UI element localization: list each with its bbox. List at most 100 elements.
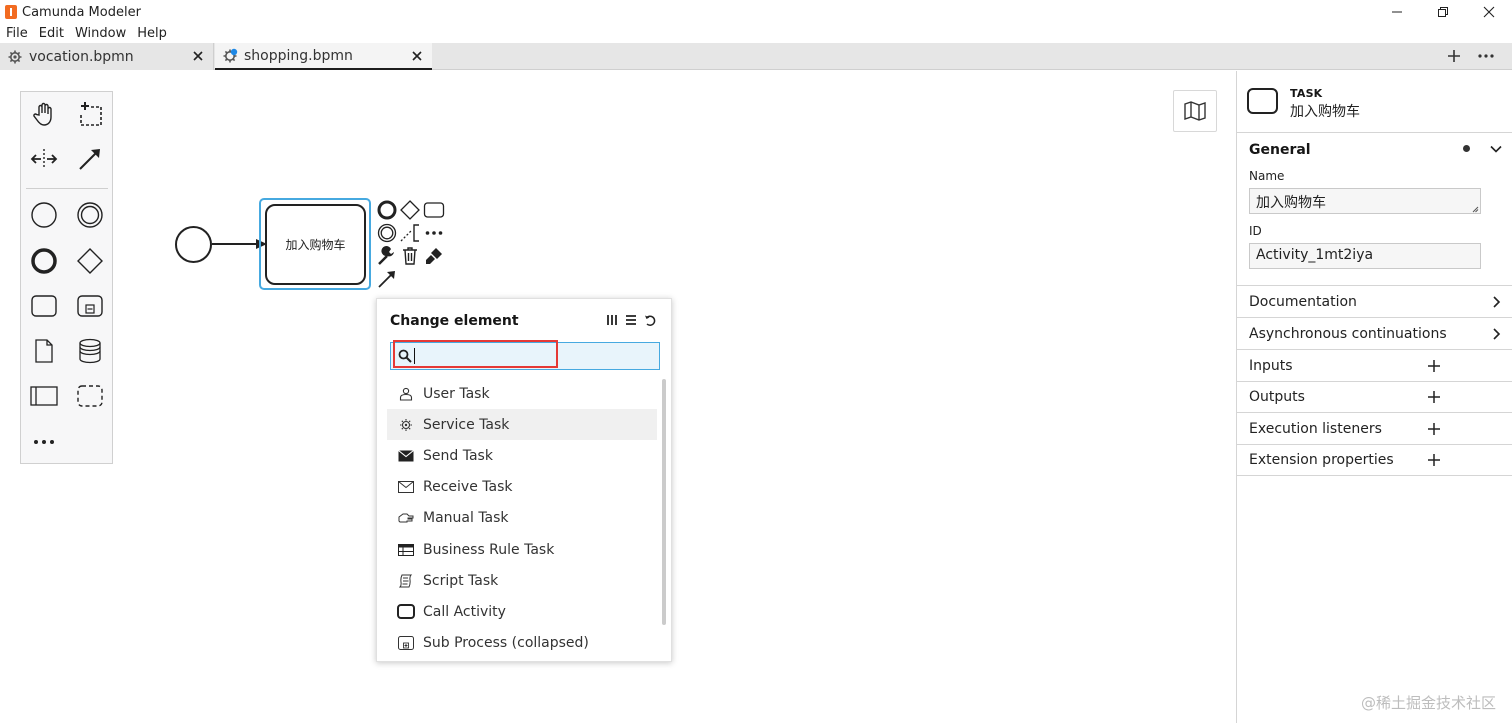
intermediate-event-icon bbox=[377, 223, 397, 243]
minimap-toggle-button[interactable] bbox=[1173, 90, 1217, 132]
tab-shopping[interactable]: shopping.bpmn bbox=[215, 43, 432, 70]
intermediate-event-icon bbox=[77, 202, 103, 228]
parallel-multi-instance-icon bbox=[607, 315, 617, 325]
popup-item-script-task[interactable]: Script Task bbox=[387, 565, 657, 596]
start-event[interactable] bbox=[175, 226, 212, 263]
gateway-tool[interactable] bbox=[72, 243, 108, 279]
app-title: Camunda Modeler bbox=[22, 4, 141, 20]
popup-item-label: Manual Task bbox=[423, 510, 509, 527]
popup-item-manual-task[interactable]: Manual Task bbox=[387, 503, 657, 534]
popup-item-sub-process[interactable]: Sub Process (collapsed) bbox=[387, 628, 657, 659]
hand-tool-button[interactable] bbox=[26, 96, 62, 132]
toggle-loop-button[interactable] bbox=[643, 313, 657, 327]
color-button[interactable] bbox=[423, 245, 445, 267]
connect-tool-button[interactable] bbox=[72, 141, 108, 177]
group-documentation[interactable]: Documentation bbox=[1237, 287, 1512, 318]
change-type-button[interactable] bbox=[376, 245, 398, 267]
popup-item-send-task[interactable]: Send Task bbox=[387, 440, 657, 471]
restore-button[interactable] bbox=[1420, 0, 1466, 24]
popup-item-business-rule-task[interactable]: Business Rule Task bbox=[387, 534, 657, 565]
title-bar: Camunda Modeler bbox=[0, 0, 1512, 24]
resize-handle-icon[interactable] bbox=[1472, 206, 1479, 213]
menu-edit[interactable]: Edit bbox=[33, 26, 69, 41]
connect-button[interactable] bbox=[376, 268, 398, 290]
panel-header: TASK 加入购物车 bbox=[1237, 71, 1512, 133]
tab-label: shopping.bpmn bbox=[244, 47, 353, 64]
close-icon bbox=[1483, 6, 1495, 18]
popup-search-field[interactable] bbox=[390, 342, 660, 370]
plus-icon[interactable] bbox=[1427, 359, 1441, 373]
space-tool-icon bbox=[30, 149, 58, 169]
close-window-button[interactable] bbox=[1466, 0, 1512, 24]
call-activity-icon bbox=[397, 603, 415, 621]
manual-task-icon bbox=[397, 509, 415, 527]
group-title[interactable]: General bbox=[1249, 142, 1311, 158]
close-tab-icon[interactable] bbox=[410, 49, 424, 63]
group-execution-listeners[interactable]: Execution listeners bbox=[1237, 414, 1512, 445]
minimize-button[interactable] bbox=[1374, 0, 1420, 24]
toggle-sequential-button[interactable] bbox=[624, 313, 638, 327]
lasso-icon bbox=[80, 102, 102, 126]
menu-help[interactable]: Help bbox=[131, 26, 172, 41]
data-object-tool[interactable] bbox=[26, 333, 62, 369]
more-icon bbox=[1478, 54, 1494, 58]
toggle-parallel-button[interactable] bbox=[605, 313, 619, 327]
more-tools-button[interactable] bbox=[26, 424, 62, 460]
chevron-down-icon[interactable] bbox=[1489, 142, 1503, 156]
new-tab-button[interactable] bbox=[1444, 46, 1464, 66]
tool-palette bbox=[20, 91, 113, 464]
append-task-button[interactable] bbox=[423, 199, 445, 221]
subprocess-tool[interactable] bbox=[72, 288, 108, 324]
text-annotation-icon bbox=[400, 224, 419, 242]
popup-scrollbar[interactable] bbox=[662, 379, 666, 625]
task-element[interactable]: 加入购物车 bbox=[265, 204, 366, 285]
popup-header-actions bbox=[605, 313, 657, 327]
bpmn-canvas[interactable]: 加入购物车 Change element User Task Service T… bbox=[0, 71, 1236, 723]
arrow-icon bbox=[79, 149, 100, 170]
id-label: ID bbox=[1249, 224, 1262, 238]
append-end-event-button[interactable] bbox=[376, 199, 398, 221]
name-textarea[interactable]: 加入购物车 bbox=[1249, 188, 1481, 214]
plus-icon[interactable] bbox=[1427, 453, 1441, 467]
menu-window[interactable]: Window bbox=[69, 26, 131, 41]
data-object-icon bbox=[35, 339, 53, 363]
close-tab-icon[interactable] bbox=[191, 49, 205, 63]
paint-brush-icon bbox=[426, 248, 442, 264]
hand-icon bbox=[33, 102, 52, 126]
append-text-annotation-button[interactable] bbox=[399, 222, 421, 244]
popup-item-list: User Task Service Task Send Task Receive… bbox=[387, 378, 657, 659]
pool-tool[interactable] bbox=[26, 378, 62, 414]
more-tabs-button[interactable] bbox=[1476, 46, 1496, 66]
more-options-button[interactable] bbox=[423, 222, 445, 244]
group-outputs[interactable]: Outputs bbox=[1237, 382, 1512, 413]
group-extension-properties[interactable]: Extension properties bbox=[1237, 445, 1512, 476]
start-event-tool[interactable] bbox=[26, 197, 62, 233]
popup-item-receive-task[interactable]: Receive Task bbox=[387, 472, 657, 503]
append-intermediate-event-button[interactable] bbox=[376, 222, 398, 244]
popup-item-call-activity[interactable]: Call Activity bbox=[387, 596, 657, 627]
restore-icon bbox=[1438, 7, 1448, 17]
id-input[interactable]: Activity_1mt2iya bbox=[1249, 243, 1481, 269]
lasso-tool-button[interactable] bbox=[72, 96, 108, 132]
popup-item-user-task[interactable]: User Task bbox=[387, 378, 657, 409]
end-event-tool[interactable] bbox=[26, 243, 62, 279]
plus-icon[interactable] bbox=[1427, 390, 1441, 404]
popup-item-service-task[interactable]: Service Task bbox=[387, 409, 657, 441]
data-store-tool[interactable] bbox=[72, 333, 108, 369]
group-inputs[interactable]: Inputs bbox=[1237, 351, 1512, 382]
plus-icon[interactable] bbox=[1427, 422, 1441, 436]
append-gateway-button[interactable] bbox=[399, 199, 421, 221]
group-label: Documentation bbox=[1249, 294, 1357, 310]
group-tool[interactable] bbox=[72, 378, 108, 414]
popup-search-input[interactable] bbox=[419, 348, 649, 364]
tab-vocation[interactable]: vocation.bpmn bbox=[0, 43, 214, 70]
search-icon bbox=[398, 349, 412, 363]
space-tool-button[interactable] bbox=[26, 141, 62, 177]
delete-button[interactable] bbox=[399, 245, 421, 267]
menu-file[interactable]: File bbox=[0, 26, 33, 41]
task-tool[interactable] bbox=[26, 288, 62, 324]
group-async-continuations[interactable]: Asynchronous continuations bbox=[1237, 319, 1512, 350]
intermediate-event-tool[interactable] bbox=[72, 197, 108, 233]
element-name: 加入购物车 bbox=[1290, 104, 1360, 120]
wrench-icon bbox=[378, 246, 394, 265]
